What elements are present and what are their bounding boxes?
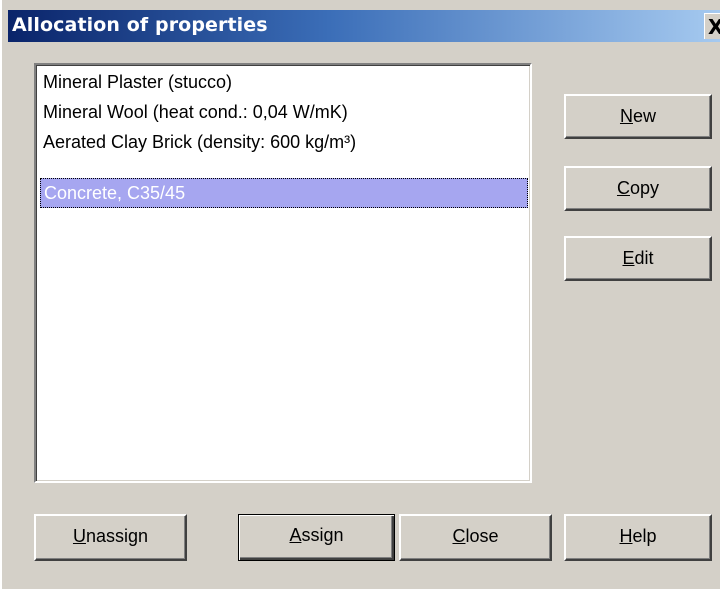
assign-button-label: Assign	[289, 525, 344, 545]
close-button-label: Close	[452, 526, 499, 546]
help-button[interactable]: Help	[564, 514, 712, 561]
list-item-aerated-clay-brick[interactable]: Aerated Clay Brick (density: 600 kg/m³)	[40, 127, 528, 157]
new-button-label: New	[619, 106, 656, 126]
copy-button[interactable]: Copy	[564, 166, 712, 211]
unassign-button[interactable]: Unassign	[34, 514, 187, 561]
new-button[interactable]: New	[564, 94, 712, 139]
copy-button-label: Copy	[616, 178, 660, 198]
close-button[interactable]: Close	[399, 514, 552, 561]
list-item-mineral-plaster[interactable]: Mineral Plaster (stucco)	[40, 67, 528, 97]
title-bar[interactable]: Allocation of properties X	[8, 10, 720, 42]
close-icon: X	[708, 15, 720, 39]
close-window-button[interactable]: X	[704, 13, 720, 39]
edit-button[interactable]: Edit	[564, 236, 712, 281]
list-item-mineral-wool[interactable]: Mineral Wool (heat cond.: 0,04 W/mK)	[40, 97, 528, 127]
allocation-dialog: Allocation of properties X Mineral Plast…	[0, 0, 720, 589]
help-button-label: Help	[619, 526, 657, 546]
dialog-title: Allocation of properties	[12, 14, 268, 36]
list-item-concrete[interactable]: Concrete, C35/45	[40, 178, 528, 208]
materials-listbox[interactable]: Mineral Plaster (stucco) Mineral Wool (h…	[34, 63, 532, 483]
assign-button[interactable]: Assign	[238, 514, 395, 561]
unassign-button-label: Unassign	[72, 526, 149, 546]
edit-button-label: Edit	[622, 248, 654, 268]
